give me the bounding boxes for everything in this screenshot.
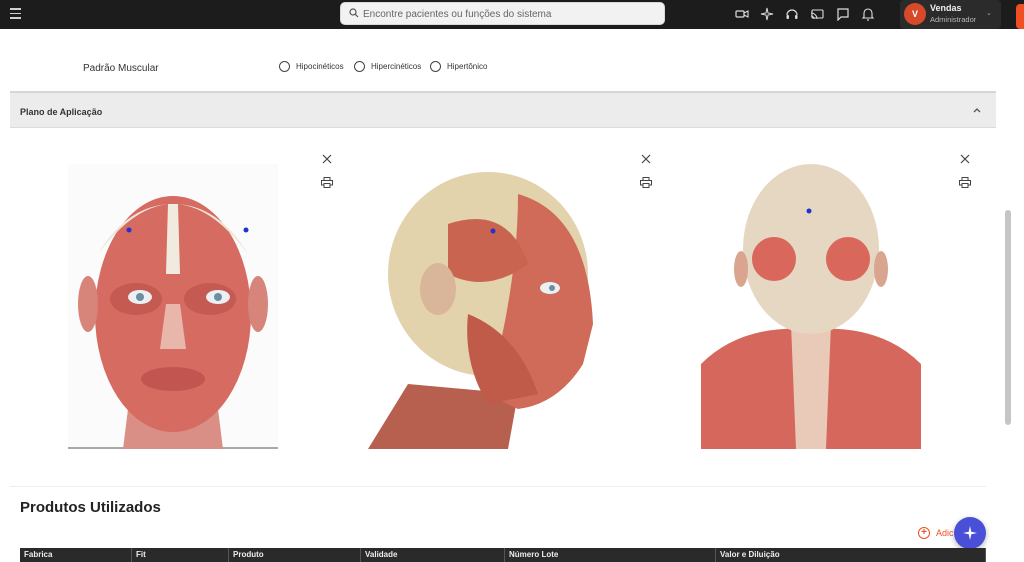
table-header-cell[interactable]: Fit [132, 548, 229, 562]
close-icon[interactable] [960, 154, 970, 164]
radio-hipercineticos[interactable]: Hipercinéticos [354, 59, 421, 73]
user-menu[interactable]: V Vendas Administrador ⌄ [900, 0, 1001, 29]
user-name: Vendas [930, 3, 962, 13]
chat-icon[interactable] [836, 7, 850, 21]
radio-hipertonico[interactable]: Hipertônico [430, 59, 487, 73]
products-table-header: Fabrica Fit Produto Validade Número Lote… [20, 548, 986, 562]
radio-hipocineticos[interactable]: Hipocinéticos [279, 59, 344, 73]
injection-point[interactable] [806, 208, 812, 214]
print-icon[interactable] [959, 177, 971, 188]
padrao-muscular-label: Padrão Muscular [83, 63, 159, 74]
print-icon[interactable] [321, 177, 333, 188]
table-header-cell[interactable]: Número Lote [505, 548, 716, 562]
plus-circle-icon: + [918, 527, 930, 539]
table-header-cell[interactable]: Produto [229, 548, 361, 562]
close-icon[interactable] [641, 154, 651, 164]
plano-aplicacao-header[interactable]: Plano de Aplicação [10, 91, 996, 128]
produtos-utilizados-title: Produtos Utilizados [20, 499, 161, 516]
bell-icon[interactable] [861, 7, 875, 21]
face-front-image[interactable] [68, 164, 278, 449]
radio-circle[interactable] [279, 60, 290, 72]
table-header-cell[interactable]: Validade [361, 548, 505, 562]
add-product-button[interactable]: + Adic [918, 527, 954, 539]
table-header-cell[interactable]: Fabrica [20, 548, 132, 562]
radio-label: Hipercinéticos [371, 61, 422, 71]
top-bar: V Vendas Administrador ⌄ [0, 0, 1024, 29]
close-icon[interactable] [322, 154, 332, 164]
chevron-up-icon[interactable] [972, 106, 982, 114]
print-icon[interactable] [640, 177, 652, 188]
menu-icon[interactable] [10, 8, 21, 19]
face-profile-image[interactable] [368, 164, 600, 449]
chevron-down-icon: ⌄ [986, 10, 992, 17]
scrollbar-thumb[interactable] [1005, 210, 1011, 425]
radio-circle[interactable] [354, 60, 365, 72]
side-tab[interactable] [1016, 4, 1024, 29]
sparkle-icon [963, 526, 977, 540]
radio-label: Hipertônico [447, 61, 488, 71]
injection-point[interactable] [490, 228, 496, 234]
table-header-cell[interactable]: Valor e Diluição [716, 548, 986, 562]
injection-point[interactable] [126, 227, 132, 233]
injection-point[interactable] [243, 227, 249, 233]
divider [10, 486, 986, 487]
user-role: Administrador [930, 15, 977, 24]
section-title: Plano de Aplicação [20, 107, 103, 117]
search-icon [349, 8, 359, 18]
headset-icon[interactable] [785, 7, 799, 21]
sparkle-icon[interactable] [760, 7, 774, 21]
add-label: Adic [936, 528, 954, 538]
search-input[interactable] [363, 5, 658, 23]
search-box[interactable] [340, 2, 665, 25]
head-back-image[interactable] [701, 164, 921, 449]
avatar: V [904, 3, 926, 25]
cast-icon[interactable] [810, 7, 824, 21]
assistant-fab[interactable] [954, 517, 986, 549]
video-icon[interactable] [735, 7, 749, 21]
radio-label: Hipocinéticos [296, 61, 344, 71]
radio-circle[interactable] [430, 60, 441, 72]
